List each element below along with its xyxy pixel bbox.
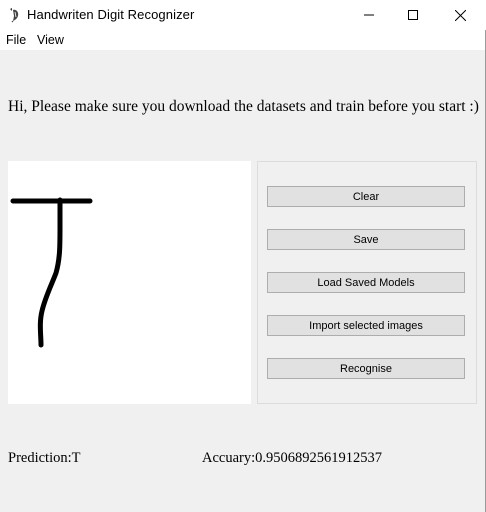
- handwritten-stroke: [10, 197, 93, 348]
- load-saved-models-button[interactable]: Load Saved Models: [267, 272, 465, 293]
- drawing-canvas[interactable]: [8, 161, 251, 404]
- maximize-icon: [408, 10, 418, 20]
- menu-view[interactable]: View: [35, 32, 66, 48]
- menu-file[interactable]: File: [4, 32, 28, 48]
- title-bar: Handwriten Digit Recognizer: [0, 0, 486, 30]
- accuracy-label: Accuary:0.9506892561912537: [202, 450, 383, 466]
- minimize-button[interactable]: [346, 0, 392, 30]
- feather-quill-icon: [7, 7, 23, 23]
- menu-bar: File View: [0, 30, 486, 50]
- window-title: Handwriten Digit Recognizer: [27, 7, 195, 22]
- close-icon: [454, 9, 466, 21]
- close-button[interactable]: [437, 0, 483, 30]
- import-selected-images-button[interactable]: Import selected images: [267, 315, 465, 336]
- clear-button[interactable]: Clear: [267, 186, 465, 207]
- maximize-button[interactable]: [390, 0, 436, 30]
- save-button[interactable]: Save: [267, 229, 465, 250]
- welcome-message: Hi, Please make sure you download the da…: [8, 98, 479, 115]
- recognise-button[interactable]: Recognise: [267, 358, 465, 379]
- button-panel: Clear Save Load Saved Models Import sele…: [257, 161, 477, 404]
- prediction-label: Prediction:T: [8, 450, 81, 466]
- minimize-icon: [364, 14, 374, 16]
